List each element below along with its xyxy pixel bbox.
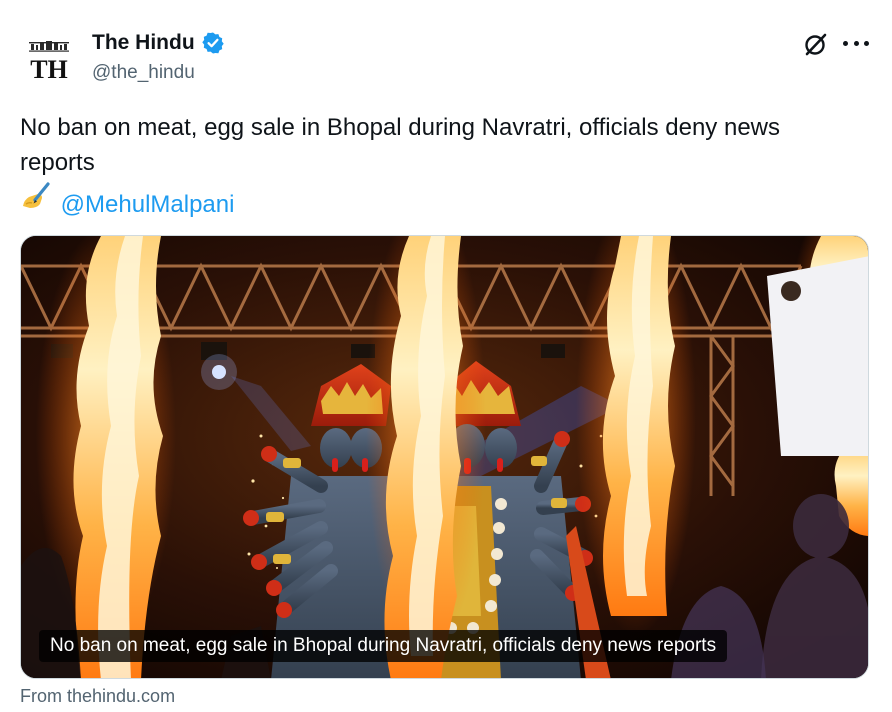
more-dot (843, 40, 848, 46)
tweet-post: TH The Hindu @the_hindu No ban on meat, … (0, 0, 892, 712)
grok-icon[interactable] (802, 30, 830, 58)
tweet-text-line-1: No ban on meat, egg sale in Bhopal durin… (20, 114, 780, 141)
tweet-mention-line: @MehulMalpani (20, 180, 870, 222)
author-avatar[interactable]: TH (20, 30, 78, 88)
the-hindu-logo-icon: TH (20, 30, 78, 88)
author-handle[interactable]: @the_hindu (92, 62, 225, 84)
more-dot (853, 40, 859, 46)
avatar-logo-text: TH (30, 55, 68, 84)
kali-idol-fire-photo (21, 236, 868, 678)
mention-link[interactable]: @MehulMalpani (61, 191, 235, 218)
author-info: The Hindu @the_hindu (92, 30, 225, 84)
writing-hand-emoji-icon (20, 180, 52, 212)
tweet-text: No ban on meat, egg sale in Bhopal durin… (20, 110, 870, 222)
link-card[interactable]: No ban on meat, egg sale in Bhopal durin… (20, 235, 869, 679)
more-dot (864, 40, 869, 46)
verified-badge-icon[interactable] (201, 31, 225, 55)
author-display-name[interactable]: The Hindu (92, 31, 195, 55)
source-link[interactable]: From thehindu.com (20, 686, 175, 707)
tweet-text-line-2: reports (20, 149, 95, 176)
card-caption: No ban on meat, egg sale in Bhopal durin… (39, 630, 728, 662)
more-options-icon[interactable] (843, 32, 869, 54)
